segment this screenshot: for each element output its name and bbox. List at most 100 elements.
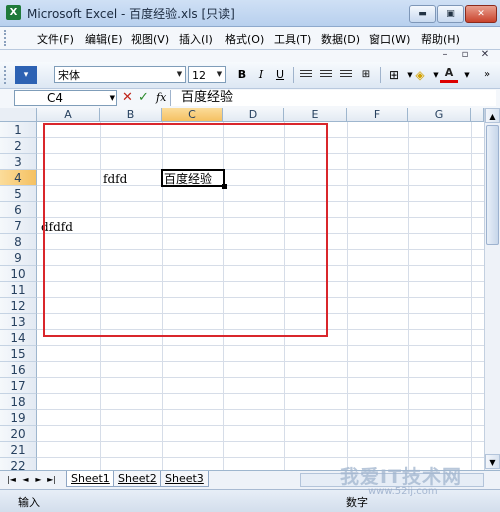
row-header-3[interactable]: 3 — [0, 154, 37, 170]
row-header-14[interactable]: 14 — [0, 330, 37, 346]
row-header-6[interactable]: 6 — [0, 202, 37, 218]
select-all-corner[interactable] — [0, 108, 37, 122]
row-header-4[interactable]: 4 — [0, 170, 37, 186]
menu-view[interactable]: 视图(V) — [131, 31, 169, 47]
chevron-down-icon[interactable]: ▼ — [174, 67, 185, 82]
font-size-value: 12 — [192, 69, 206, 82]
row-header-12[interactable]: 12 — [0, 298, 37, 314]
column-header-d[interactable]: D — [223, 108, 284, 122]
menubar-grip[interactable] — [4, 30, 9, 46]
column-header-e[interactable]: E — [284, 108, 347, 122]
doc-controls-row: – ▫ ✕ — [0, 48, 500, 62]
italic-button[interactable]: I — [252, 66, 270, 84]
cell-a7[interactable]: dfdfd — [41, 219, 73, 235]
row-header-16[interactable]: 16 — [0, 362, 37, 378]
column-header-b[interactable]: B — [100, 108, 162, 122]
menu-tools[interactable]: 工具(T) — [274, 31, 311, 47]
gridline — [37, 297, 484, 298]
gridline — [37, 377, 484, 378]
cancel-entry-button[interactable]: ✕ — [122, 90, 133, 105]
column-header-c[interactable]: C — [162, 108, 223, 122]
row-header-5[interactable]: 5 — [0, 186, 37, 202]
scroll-up-icon[interactable]: ▲ — [485, 108, 500, 123]
row-header-18[interactable]: 18 — [0, 394, 37, 410]
formula-input[interactable]: 百度经验 — [170, 90, 496, 106]
align-center-icon[interactable] — [320, 70, 332, 79]
row-header-22[interactable]: 22 — [0, 458, 37, 470]
sheet-tab-2[interactable]: Sheet2 — [113, 471, 162, 487]
row-header-9[interactable]: 9 — [0, 250, 37, 266]
row-header-19[interactable]: 19 — [0, 410, 37, 426]
insert-function-icon[interactable]: fx — [156, 91, 166, 104]
watermark-url: www.52ij.com — [368, 486, 438, 497]
watermark-text: 我爱IT技术网 — [340, 466, 463, 488]
bold-button[interactable]: B — [233, 66, 251, 84]
column-header-g[interactable]: G — [408, 108, 471, 122]
toolbar-grip[interactable] — [4, 66, 9, 84]
doc-restore-button[interactable]: ▫ — [458, 48, 472, 62]
underline-button[interactable]: U — [271, 66, 289, 84]
gridline — [37, 249, 484, 250]
row-header-15[interactable]: 15 — [0, 346, 37, 362]
last-sheet-icon[interactable]: ►| — [46, 473, 57, 486]
worksheet-grid[interactable]: A B C D E F G 1 2 3 4 5 6 7 8 9 10 11 12… — [0, 108, 484, 470]
menu-format[interactable]: 格式(O) — [225, 31, 264, 47]
row-header-8[interactable]: 8 — [0, 234, 37, 250]
chevron-down-icon[interactable]: ▼ — [110, 91, 115, 105]
chevron-down-icon[interactable]: ▼ — [214, 67, 225, 82]
first-sheet-icon[interactable]: |◄ — [6, 473, 17, 486]
gridline — [100, 122, 101, 470]
formatting-toolbar: ▾ 宋体 ▼ 12 ▼ B I U ⊞ ⊞ ▼ ◈ ▼ A ▼ » — [0, 62, 500, 89]
fill-handle[interactable] — [222, 184, 227, 189]
name-box[interactable]: C4 ▼ — [14, 90, 117, 106]
font-color-button[interactable]: A — [440, 66, 458, 83]
row-header-20[interactable]: 20 — [0, 426, 37, 442]
font-name-combo[interactable]: 宋体 ▼ — [54, 66, 186, 83]
row-header-21[interactable]: 21 — [0, 442, 37, 458]
column-header-partial[interactable] — [471, 108, 484, 122]
gridline — [37, 345, 484, 346]
column-header-a[interactable]: A — [37, 108, 100, 122]
chevron-down-icon[interactable]: ▼ — [458, 66, 476, 84]
minimize-button[interactable]: ▬ — [409, 5, 436, 23]
row-header-1[interactable]: 1 — [0, 122, 37, 138]
doc-close-button[interactable]: ✕ — [478, 48, 492, 62]
gridline — [37, 233, 484, 234]
scroll-thumb[interactable] — [486, 125, 499, 245]
doc-minimize-button[interactable]: – — [438, 48, 452, 62]
menu-file[interactable]: 文件(F) — [37, 31, 74, 47]
confirm-entry-button[interactable]: ✓ — [138, 90, 149, 105]
maximize-button[interactable]: ▣ — [437, 5, 464, 23]
row-header-17[interactable]: 17 — [0, 378, 37, 394]
vertical-scrollbar[interactable]: ▲ ▼ — [484, 108, 500, 470]
menu-insert[interactable]: 插入(I) — [179, 31, 213, 47]
cell-b4[interactable]: fdfd — [103, 171, 127, 187]
toolbar-options-icon[interactable]: ▾ — [15, 66, 37, 84]
excel-window: X Microsoft Excel - 百度经验.xls [只读] ▬ ▣ ✕ … — [0, 0, 500, 512]
merge-center-icon[interactable]: ⊞ — [357, 66, 375, 84]
menu-window[interactable]: 窗口(W) — [369, 31, 410, 47]
scroll-down-icon[interactable]: ▼ — [485, 454, 500, 469]
next-sheet-icon[interactable]: ► — [33, 473, 44, 486]
column-header-f[interactable]: F — [347, 108, 408, 122]
prev-sheet-icon[interactable]: ◄ — [20, 473, 31, 486]
row-header-11[interactable]: 11 — [0, 282, 37, 298]
menu-edit[interactable]: 编辑(E) — [85, 31, 123, 47]
sheet-tab-1[interactable]: Sheet1 — [66, 471, 115, 487]
row-header-10[interactable]: 10 — [0, 266, 37, 282]
menu-data[interactable]: 数据(D) — [321, 31, 360, 47]
close-button[interactable]: ✕ — [465, 5, 497, 23]
gridline — [37, 361, 484, 362]
toolbar-overflow-icon[interactable]: » — [478, 66, 496, 84]
menu-help[interactable]: 帮助(H) — [421, 31, 460, 47]
gridline — [471, 122, 472, 470]
row-header-2[interactable]: 2 — [0, 138, 37, 154]
align-right-icon[interactable] — [340, 70, 352, 79]
sheet-tab-3[interactable]: Sheet3 — [160, 471, 209, 487]
row-header-7[interactable]: 7 — [0, 218, 37, 234]
font-size-combo[interactable]: 12 ▼ — [188, 66, 226, 83]
active-cell-c4[interactable]: 百度经验 — [161, 169, 225, 187]
row-header-13[interactable]: 13 — [0, 314, 37, 330]
align-left-icon[interactable] — [300, 70, 312, 79]
excel-app-icon[interactable]: X — [6, 5, 21, 20]
